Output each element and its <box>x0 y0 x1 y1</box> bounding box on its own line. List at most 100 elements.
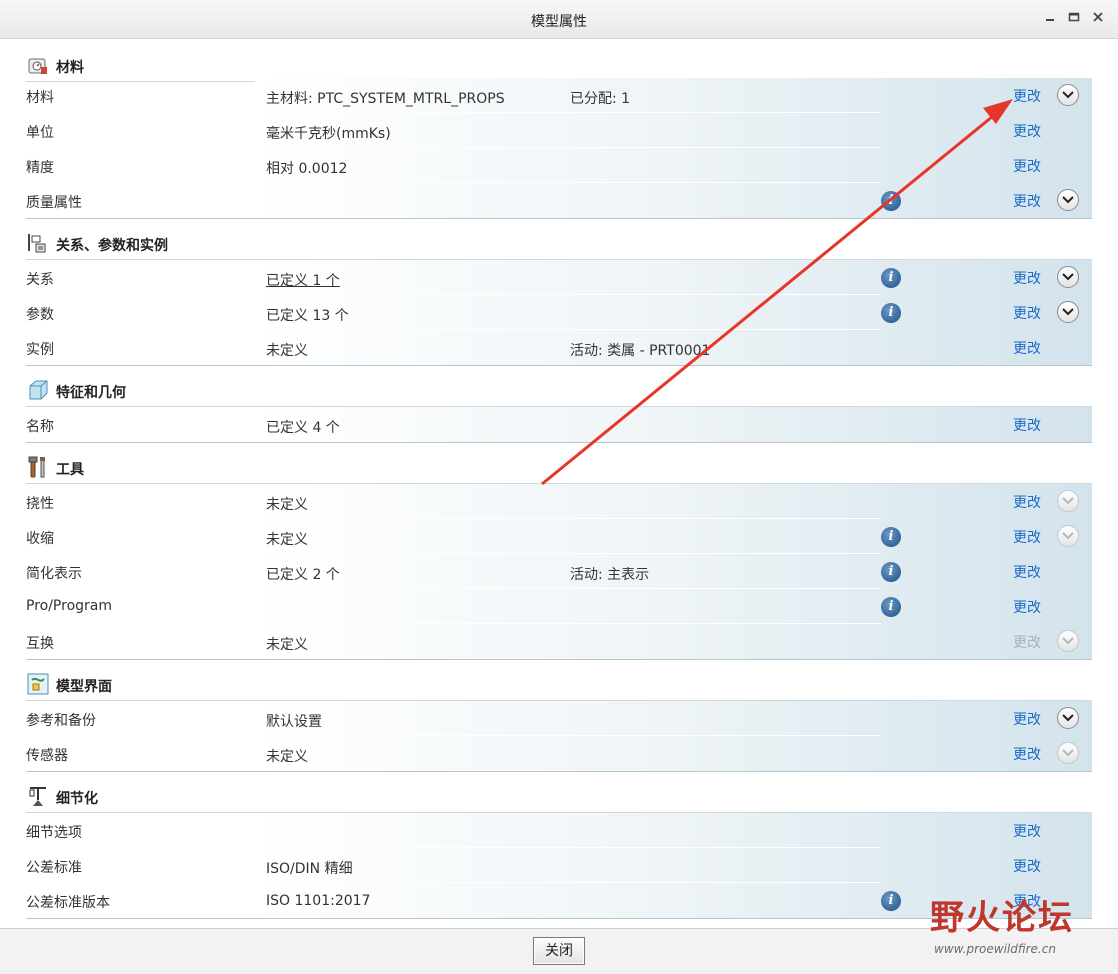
expand-button[interactable] <box>1057 84 1079 106</box>
change-link[interactable]: 更改 <box>1013 597 1041 617</box>
chevron-down-icon <box>1062 196 1074 204</box>
row-label: 质量属性 <box>26 195 82 211</box>
feature-geometry-icon <box>29 380 48 400</box>
expand-button[interactable] <box>1057 189 1079 211</box>
change-link[interactable]: 更改 <box>1013 268 1041 288</box>
row-value: 未定义 <box>266 343 308 359</box>
change-link[interactable]: 更改 <box>1013 562 1041 582</box>
change-link[interactable]: 更改 <box>1013 156 1041 176</box>
chevron-down-icon <box>1062 749 1074 757</box>
row-value: 未定义 <box>266 532 308 548</box>
section-material-header[interactable]: 材料 <box>26 43 1092 82</box>
expand-button <box>1057 630 1079 652</box>
row-value: 已定义 2 个 <box>266 567 340 583</box>
row-value: ISO 1101:2017 <box>266 893 371 909</box>
expand-button[interactable] <box>1057 707 1079 729</box>
row-instances: 实例 未定义 活动: 类属 - PRT0001 更改 <box>26 330 1092 365</box>
change-link[interactable]: 更改 <box>1013 744 1041 764</box>
row-material: 材料 主材料: PTC_SYSTEM_MTRL_PROPS 已分配: 1 更改 <box>26 78 1092 113</box>
row-flexibility: 挠性 未定义 更改 <box>26 484 1092 519</box>
info-icon[interactable]: i <box>881 562 901 582</box>
row-label: 名称 <box>26 419 54 435</box>
row-label: 细节选项 <box>26 825 82 841</box>
row-value-secondary: 活动: 主表示 <box>570 567 650 583</box>
info-icon[interactable]: i <box>881 891 901 911</box>
row-label: 简化表示 <box>26 566 82 582</box>
section-tools-header[interactable]: 工具 <box>26 445 1092 484</box>
material-scale-icon <box>28 58 47 74</box>
info-icon[interactable]: i <box>881 527 901 547</box>
row-pro-program: Pro/Program i 更改 <box>26 589 1092 624</box>
row-label: 单位 <box>26 125 54 141</box>
info-icon[interactable]: i <box>881 191 901 211</box>
change-link[interactable]: 更改 <box>1013 415 1041 435</box>
row-value-link[interactable]: 已定义 1 个 <box>266 270 340 290</box>
chevron-down-icon <box>1062 273 1074 281</box>
row-label: Pro/Program <box>26 598 112 614</box>
row-relations: 关系 已定义 1 个 i 更改 <box>26 260 1092 295</box>
close-window-button[interactable] <box>1088 9 1108 29</box>
minimize-button[interactable] <box>1040 9 1060 29</box>
row-value: 相对 0.0012 <box>266 161 348 177</box>
maximize-icon <box>1068 12 1080 22</box>
section-divider <box>26 365 1092 366</box>
close-button[interactable]: 关闭 <box>533 937 585 965</box>
change-link[interactable]: 更改 <box>1013 527 1041 547</box>
change-link[interactable]: 更改 <box>1013 821 1041 841</box>
row-value: 已定义 4 个 <box>266 420 340 436</box>
section-title: 工具 <box>56 462 84 478</box>
relations-params-icon <box>28 234 46 253</box>
row-value: ISO/DIN 精细 <box>266 861 353 877</box>
properties-panel: 材料 材料 主材料: PTC_SYSTEM_MTRL_PROPS 已分配: 1 … <box>0 38 1118 928</box>
window-title-bar: 模型属性 <box>0 0 1118 39</box>
info-icon[interactable]: i <box>881 303 901 323</box>
row-label: 挠性 <box>26 496 54 512</box>
row-mass-properties: 质量属性 i 更改 <box>26 183 1092 218</box>
section-features-header[interactable]: 特征和几何 <box>26 368 1092 407</box>
row-detail-options: 细节选项 更改 <box>26 813 1092 848</box>
row-label: 参考和备份 <box>26 713 96 729</box>
row-label: 材料 <box>26 90 54 106</box>
section-title: 特征和几何 <box>56 385 126 401</box>
change-link[interactable]: 更改 <box>1013 86 1041 106</box>
change-link[interactable]: 更改 <box>1013 492 1041 512</box>
change-link[interactable]: 更改 <box>1013 856 1041 876</box>
expand-button[interactable] <box>1057 266 1079 288</box>
model-interface-icon <box>27 673 49 695</box>
section-divider <box>26 442 1092 443</box>
section-divider <box>26 218 1092 219</box>
info-icon[interactable]: i <box>881 597 901 617</box>
chevron-down-icon <box>1062 308 1074 316</box>
row-label: 关系 <box>26 272 54 288</box>
row-label: 公差标准 <box>26 860 82 876</box>
row-value: 毫米千克秒(mmKs) <box>266 126 391 142</box>
section-detailing-header[interactable]: 细节化 <box>26 774 1092 813</box>
close-icon <box>1093 12 1103 22</box>
expand-button[interactable] <box>1057 301 1079 323</box>
expand-button <box>1057 490 1079 512</box>
change-link[interactable]: 更改 <box>1013 303 1041 323</box>
row-references-backup: 参考和备份 默认设置 更改 <box>26 701 1092 736</box>
chevron-down-icon <box>1062 637 1074 645</box>
section-title: 材料 <box>56 60 84 76</box>
change-link[interactable]: 更改 <box>1013 121 1041 141</box>
change-link[interactable]: 更改 <box>1013 338 1041 358</box>
change-link: 更改 <box>1013 635 1041 651</box>
row-label: 参数 <box>26 307 54 323</box>
change-link[interactable]: 更改 <box>1013 709 1041 729</box>
expand-button <box>1057 742 1079 764</box>
section-interface-header[interactable]: 模型界面 <box>26 662 1092 701</box>
row-value-secondary: 已分配: 1 <box>570 91 631 107</box>
row-value: 已定义 13 个 <box>266 308 349 324</box>
chevron-down-icon <box>1062 91 1074 99</box>
minimize-icon <box>1046 19 1054 21</box>
row-tolerance-standard: 公差标准 ISO/DIN 精细 更改 <box>26 848 1092 883</box>
section-relations-header[interactable]: 关系、参数和实例 <box>26 221 1092 260</box>
watermark-logo: 野火论坛 <box>930 898 1074 938</box>
section-title: 模型界面 <box>56 679 112 695</box>
info-icon[interactable]: i <box>881 268 901 288</box>
row-label: 精度 <box>26 160 54 176</box>
row-label: 公差标准版本 <box>26 895 110 911</box>
change-link[interactable]: 更改 <box>1013 191 1041 211</box>
maximize-button[interactable] <box>1064 9 1084 29</box>
